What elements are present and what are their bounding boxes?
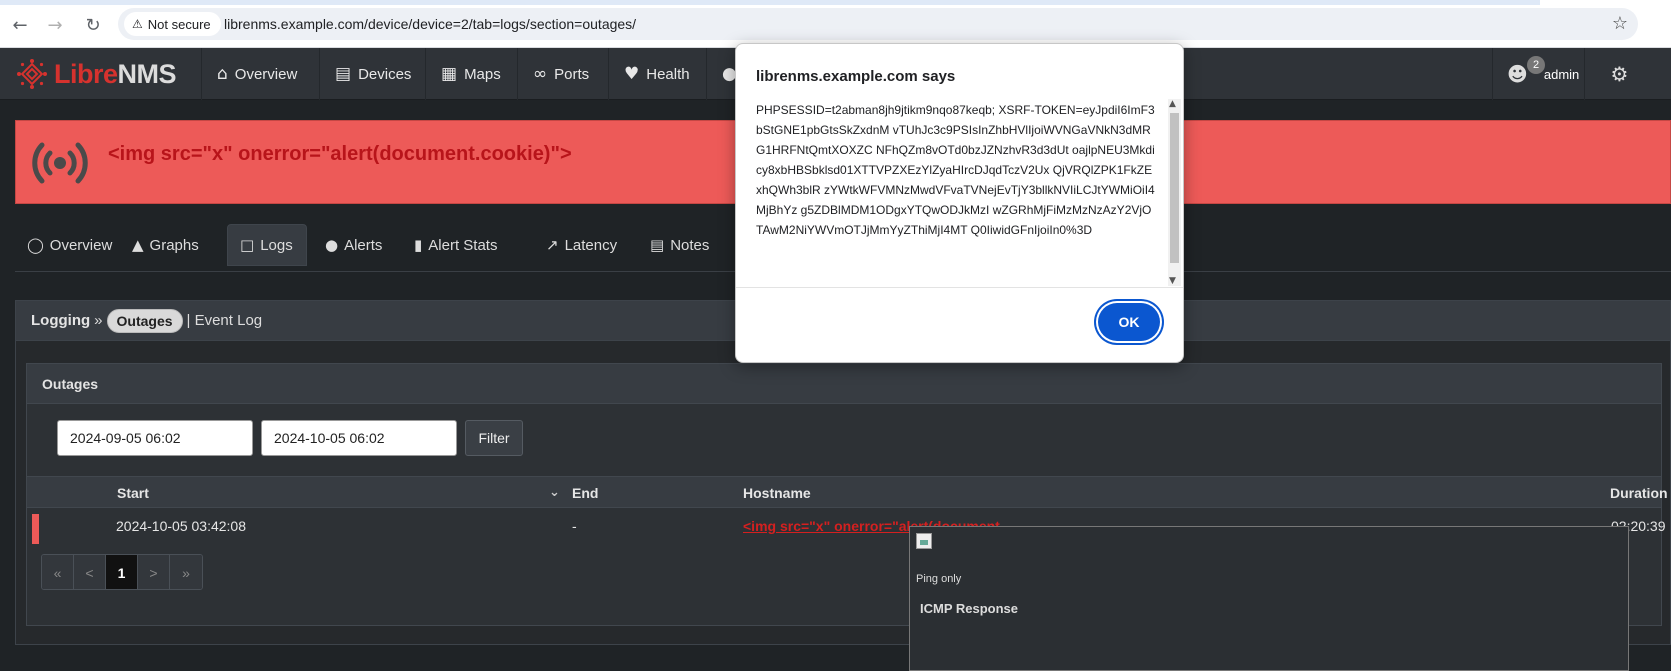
file-icon: □ [240, 236, 255, 254]
exclamation-circle-icon: ● [325, 236, 339, 254]
broken-image-icon [916, 533, 932, 549]
col-start[interactable]: Start [117, 485, 149, 501]
col-hostname[interactable]: Hostname [743, 485, 811, 501]
tab-alert-stats-label: Alert Stats [428, 236, 498, 254]
tab-alerts-label: Alerts [344, 236, 383, 254]
dialog-message: PHPSESSID=t2abman8jh9jtikm9nqo87keqb; XS… [756, 103, 1155, 237]
nav-devices-label: Devices [358, 65, 412, 83]
scroll-up-icon[interactable]: ▲ [1169, 99, 1176, 109]
tab-overview[interactable]: ◯ Overview [15, 224, 124, 266]
security-chip[interactable]: ⚠ Not secure [124, 12, 221, 36]
tab-notes-label: Notes [670, 236, 710, 254]
breadcrumb-separator: » [94, 312, 103, 329]
pager-first[interactable]: « [42, 555, 74, 589]
scrollbar-thumb[interactable] [1170, 113, 1179, 263]
security-label: Not secure [147, 16, 211, 32]
home-icon: ⌂ [217, 64, 228, 84]
row-end: - [572, 518, 577, 534]
librenms-logo[interactable]: LibreNMS [16, 58, 177, 90]
dialog-scrollbar[interactable]: ▲ ▼ [1168, 99, 1181, 286]
tab-logs[interactable]: □ Logs [227, 224, 307, 266]
pager-page-1[interactable]: 1 [106, 555, 138, 589]
reload-icon[interactable]: ↻ [80, 12, 106, 38]
nav-ports[interactable]: ∞ Ports [517, 48, 604, 100]
tab-strip-edge [0, 0, 1540, 5]
heartbeat-icon: ♥ [624, 64, 640, 84]
col-end[interactable]: End [572, 485, 598, 501]
device-hostname[interactable]: <img src="x" onerror="alert(document.coo… [108, 143, 572, 166]
icmp-response-label: ICMP Response [920, 601, 1019, 616]
forward-arrow-icon[interactable]: → [42, 12, 68, 38]
outages-title: Outages [27, 364, 1661, 404]
username: admin [1543, 66, 1580, 82]
back-arrow-icon[interactable]: ← [7, 12, 33, 38]
pager-last[interactable]: » [170, 555, 202, 589]
nav-overview-label: Overview [234, 65, 298, 83]
pagination: « < 1 > » [41, 554, 203, 590]
scroll-down-icon[interactable]: ▼ [1169, 276, 1176, 286]
link-icon: ∞ [533, 64, 548, 84]
tab-logs-label: Logs [260, 236, 293, 254]
pager-next[interactable]: > [138, 555, 170, 589]
user-menu[interactable]: ☻ 2 admin [1492, 48, 1584, 100]
url-text[interactable]: librenms.example.com/device/device=2/tab… [224, 16, 636, 32]
nav-maps-label: Maps [464, 65, 501, 83]
nav-health-label: Health [646, 65, 690, 83]
line-chart-icon: ↗ [546, 236, 559, 254]
nav-overview[interactable]: ⌂ Overview [201, 48, 312, 100]
tab-graphs[interactable]: ▲ Graphs [120, 224, 211, 266]
tab-notes[interactable]: ▤ Notes [638, 224, 721, 266]
nav-devices[interactable]: ▤ Devices [319, 48, 426, 100]
nav-maps[interactable]: ▦ Maps [425, 48, 516, 100]
notification-badge: 2 [1527, 56, 1545, 74]
row-start: 2024-10-05 03:42:08 [116, 518, 246, 534]
sort-chevron-icon[interactable]: ⌄ [549, 485, 560, 500]
device-hover-popup: Ping only ICMP Response [909, 526, 1629, 671]
librenms-logo-icon [17, 59, 47, 89]
ping-device-icon [32, 142, 88, 184]
to-date-input[interactable]: 2024-10-05 06:02 [261, 420, 457, 456]
tab-alerts[interactable]: ● Alerts [313, 224, 394, 266]
logo-wordmark: LibreNMS [54, 58, 177, 89]
bar-chart-icon: ▮ [414, 236, 423, 254]
tab-latency-label: Latency [564, 236, 618, 254]
outages-table-header: Start ⌄ End Hostname Duration [27, 476, 1668, 508]
logging-label: Logging [31, 312, 91, 329]
col-duration[interactable]: Duration [1610, 485, 1668, 501]
area-chart-icon: ▲ [132, 236, 144, 254]
server-icon: ▤ [335, 64, 352, 84]
tab-graphs-label: Graphs [149, 236, 199, 254]
map-icon: ▦ [441, 64, 458, 84]
nav-health[interactable]: ♥ Health [608, 48, 705, 100]
from-date-input[interactable]: 2024-09-05 06:02 [57, 420, 253, 456]
filter-button[interactable]: Filter [465, 420, 523, 456]
ok-button[interactable]: OK [1098, 303, 1160, 341]
pager-prev[interactable]: < [74, 555, 106, 589]
event-log-link[interactable]: | Event Log [187, 312, 263, 329]
outages-section-pill[interactable]: Outages [106, 308, 183, 333]
lightbulb-icon: ◯ [27, 236, 44, 254]
dialog-divider [736, 287, 1183, 288]
tab-latency[interactable]: ↗ Latency [534, 224, 629, 266]
alert-dialog: librenms.example.com says PHPSESSID=t2ab… [735, 43, 1184, 363]
ping-only-label: Ping only [916, 573, 962, 585]
file-text-icon: ▤ [650, 236, 665, 254]
bookmark-star-icon[interactable]: ☆ [1612, 13, 1628, 34]
tab-alert-stats[interactable]: ▮ Alert Stats [402, 224, 509, 266]
outage-status-flag [32, 514, 39, 544]
address-bar[interactable]: ⚠ Not secure librenms.example.com/device… [118, 8, 1638, 40]
user-icon: ☻ [1507, 62, 1528, 86]
tab-overview-label: Overview [49, 236, 113, 254]
nav-ports-label: Ports [554, 65, 590, 83]
nav-alerts-partial[interactable]: ● [706, 48, 738, 100]
dialog-title: librenms.example.com says [756, 68, 956, 85]
browser-chrome: ← → ↻ ⚠ Not secure librenms.example.com/… [0, 0, 1671, 48]
warning-triangle-icon: ⚠ [132, 17, 143, 31]
settings-gear-icon[interactable]: ⚙ [1584, 48, 1654, 100]
